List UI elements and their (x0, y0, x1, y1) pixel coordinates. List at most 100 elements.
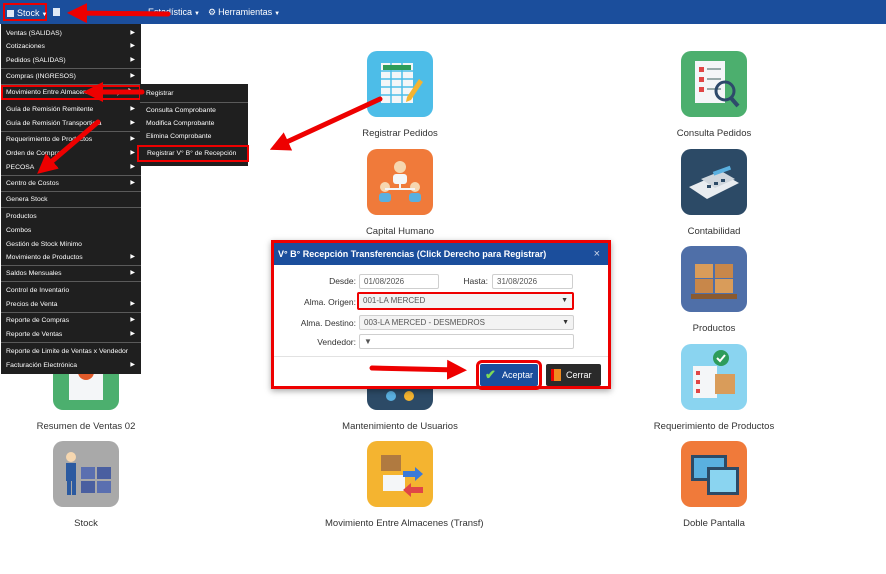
boxes-transfer-icon (367, 441, 433, 507)
chevron-down-icon: ▼ (561, 297, 568, 304)
menu-item-productos[interactable]: Productos (1, 210, 141, 223)
submenu-item-elimina[interactable]: Elimina Comprobante (140, 130, 248, 143)
vendedor-label: Vendedor: (317, 337, 356, 347)
menu-item-reporte-limite[interactable]: Reporte de Limite de Ventas x Vendedor (1, 345, 141, 358)
chevron-right-icon: ▶ (130, 43, 135, 49)
menu-item-facturacion[interactable]: Facturación Electrónica ▶ (1, 359, 141, 372)
submenu-item-consulta[interactable]: Consulta Comprobante (140, 104, 248, 117)
menu-divider (1, 131, 141, 132)
menu-item-reporte-ventas[interactable]: Reporte de Ventas ▶ (1, 328, 141, 341)
nav-stock-menu[interactable]: Stock ▼ (3, 3, 47, 21)
tile-capital-humano[interactable]: Capital Humano (325, 149, 475, 237)
menu-divider (1, 207, 141, 208)
chevron-right-icon: ▶ (130, 106, 135, 112)
menu-divider (140, 102, 248, 103)
boxes-pallet-icon (681, 246, 747, 312)
chevron-right-icon: ▶ (130, 57, 135, 63)
vendedor-select[interactable]: ▼ (359, 334, 574, 349)
menu-divider (1, 342, 141, 343)
menu-item-orden-compra[interactable]: Orden de Compra ▶ (1, 147, 141, 160)
tile-productos[interactable]: Productos (639, 246, 789, 334)
menu-divider (1, 312, 141, 313)
chevron-right-icon: ▶ (130, 331, 135, 337)
menu-item-pedidos-salidas[interactable]: Pedidos (SALIDAS) ▶ (1, 54, 141, 67)
menu-item-gestion-stock[interactable]: Gestión de Stock Mínimo (1, 238, 141, 251)
menu-item-movimiento-productos[interactable]: Movimiento de Productos ▶ (1, 251, 141, 264)
submenu-item-registrar[interactable]: Registrar (140, 87, 248, 100)
menu-item-precios-venta[interactable]: Precios de Venta ▶ (1, 298, 141, 311)
chevron-right-icon: ▶ (130, 164, 135, 170)
worker-boxes-icon (53, 441, 119, 507)
menu-item-reporte-compras[interactable]: Reporte de Compras ▶ (1, 314, 141, 327)
chevron-right-icon: ▶ (130, 180, 135, 186)
calculator-icon (53, 8, 60, 16)
aceptar-button[interactable]: ✔ Aceptar (476, 360, 542, 390)
chevron-right-icon: ▶ (130, 317, 135, 323)
close-icon[interactable]: × (594, 243, 600, 265)
alma-destino-select[interactable]: 003-LA MERCED - DESMEDROS ▼ (359, 315, 574, 330)
caret-down-icon: ▼ (194, 11, 200, 17)
tile-consulta-pedidos[interactable]: Consulta Pedidos (639, 51, 789, 139)
box-icon (7, 10, 14, 17)
menu-item-guia-transportista[interactable]: Guía de Remisión Transportista ▶ (1, 117, 141, 130)
menu-item-guia-remitente[interactable]: Guía de Remisión Remitente ▶ (1, 103, 141, 116)
menu-divider (1, 68, 141, 69)
chevron-down-icon: ▼ (562, 319, 569, 326)
tile-registrar-pedidos[interactable]: Registrar Pedidos (325, 51, 475, 139)
menu-item-pecosa[interactable]: PECOSA ▶ (1, 161, 141, 174)
chevron-right-icon: ▶ (128, 88, 133, 94)
tile-stock[interactable]: Stock (11, 441, 161, 529)
submenu-item-registrar-vb[interactable]: Registrar V° B° de Recepción (137, 145, 249, 162)
menu-item-saldos-mensuales[interactable]: Saldos Mensuales ▶ (1, 267, 141, 280)
exit-door-icon (551, 369, 561, 381)
menu-item-genera-stock[interactable]: Genera Stock (1, 193, 141, 206)
menu-item-combos[interactable]: Combos (1, 224, 141, 237)
tile-doble-pantalla[interactable]: Doble Pantalla (639, 441, 789, 529)
menu-divider (1, 281, 141, 282)
chevron-right-icon: ▶ (130, 30, 135, 36)
tile-contabilidad[interactable]: Contabilidad (639, 149, 789, 237)
hasta-input[interactable]: 31/08/2026 (492, 274, 573, 289)
cerrar-button[interactable]: Cerrar (546, 364, 601, 386)
menu-item-centro-costos[interactable]: Centro de Costos ▶ (1, 177, 141, 190)
alma-origen-label: Alma. Origen: (304, 297, 356, 307)
menu-divider (1, 265, 141, 266)
chevron-right-icon: ▶ (130, 150, 135, 156)
submenu-item-modifica[interactable]: Modifica Comprobante (140, 117, 248, 130)
stock-dropdown-menu: Ventas (SALIDAS) ▶ Cotizaciones ▶ Pedidos … (1, 24, 141, 374)
chevron-right-icon: ▶ (130, 301, 135, 307)
spreadsheet-pencil-icon (367, 51, 433, 117)
nav-ventas-menu[interactable] (53, 0, 60, 24)
menu-item-control-inventario[interactable]: Control de Inventario (1, 284, 141, 297)
checklist-magnifier-icon (681, 51, 747, 117)
modal-footer-divider (274, 356, 608, 357)
vb-recepcion-modal: V° B° Recepción Transferencias (Click De… (271, 240, 611, 390)
tile-requerimiento-productos[interactable]: Requerimiento de Productos (639, 344, 789, 432)
alma-destino-label: Alma. Destino: (300, 318, 356, 328)
gears-icon: ⚙ (208, 7, 217, 17)
menu-divider (1, 191, 141, 192)
team-hierarchy-icon (367, 149, 433, 215)
menu-item-ventas-salidas[interactable]: Ventas (SALIDAS) ▶ (1, 27, 141, 40)
desde-input[interactable]: 01/08/2026 (359, 274, 439, 289)
chevron-right-icon: ▶ (130, 73, 135, 79)
chevron-right-icon: ▶ (130, 362, 135, 368)
menu-item-compras-ingresos[interactable]: Compras (INGRESOS) ▶ (1, 70, 141, 83)
tile-movimiento-almacenes[interactable]: Movimiento Entre Almacenes (Transf) (325, 441, 484, 529)
menu-item-movimiento-almacenes[interactable]: Movimiento Entre Almacenes (Transf) ▶ (1, 85, 141, 100)
menu-item-cotizaciones[interactable]: Cotizaciones ▶ (1, 40, 141, 53)
nav-herramientas-menu[interactable]: ⚙ Herramientas ▼ (208, 0, 280, 24)
chevron-right-icon: ▶ (130, 120, 135, 126)
chevron-right-icon: ▶ (130, 254, 135, 260)
menu-item-requerimiento[interactable]: Requerimiento de Productos ▶ (1, 133, 141, 146)
alma-origen-select[interactable]: 001-LA MERCED ▼ (357, 292, 574, 310)
checklist-box-icon (681, 344, 747, 410)
menu-divider (1, 175, 141, 176)
caret-down-icon: ▼ (41, 12, 48, 18)
chevron-down-icon: ▼ (364, 337, 372, 346)
top-navbar: Stock ▼ Estadística ▼ ⚙ Herramientas ▼ (0, 0, 886, 24)
nav-estadistica-menu[interactable]: Estadística ▼ (148, 0, 200, 24)
chevron-right-icon: ▶ (130, 270, 135, 276)
caret-down-icon: ▼ (274, 11, 281, 17)
check-icon: ✔ (485, 367, 496, 382)
